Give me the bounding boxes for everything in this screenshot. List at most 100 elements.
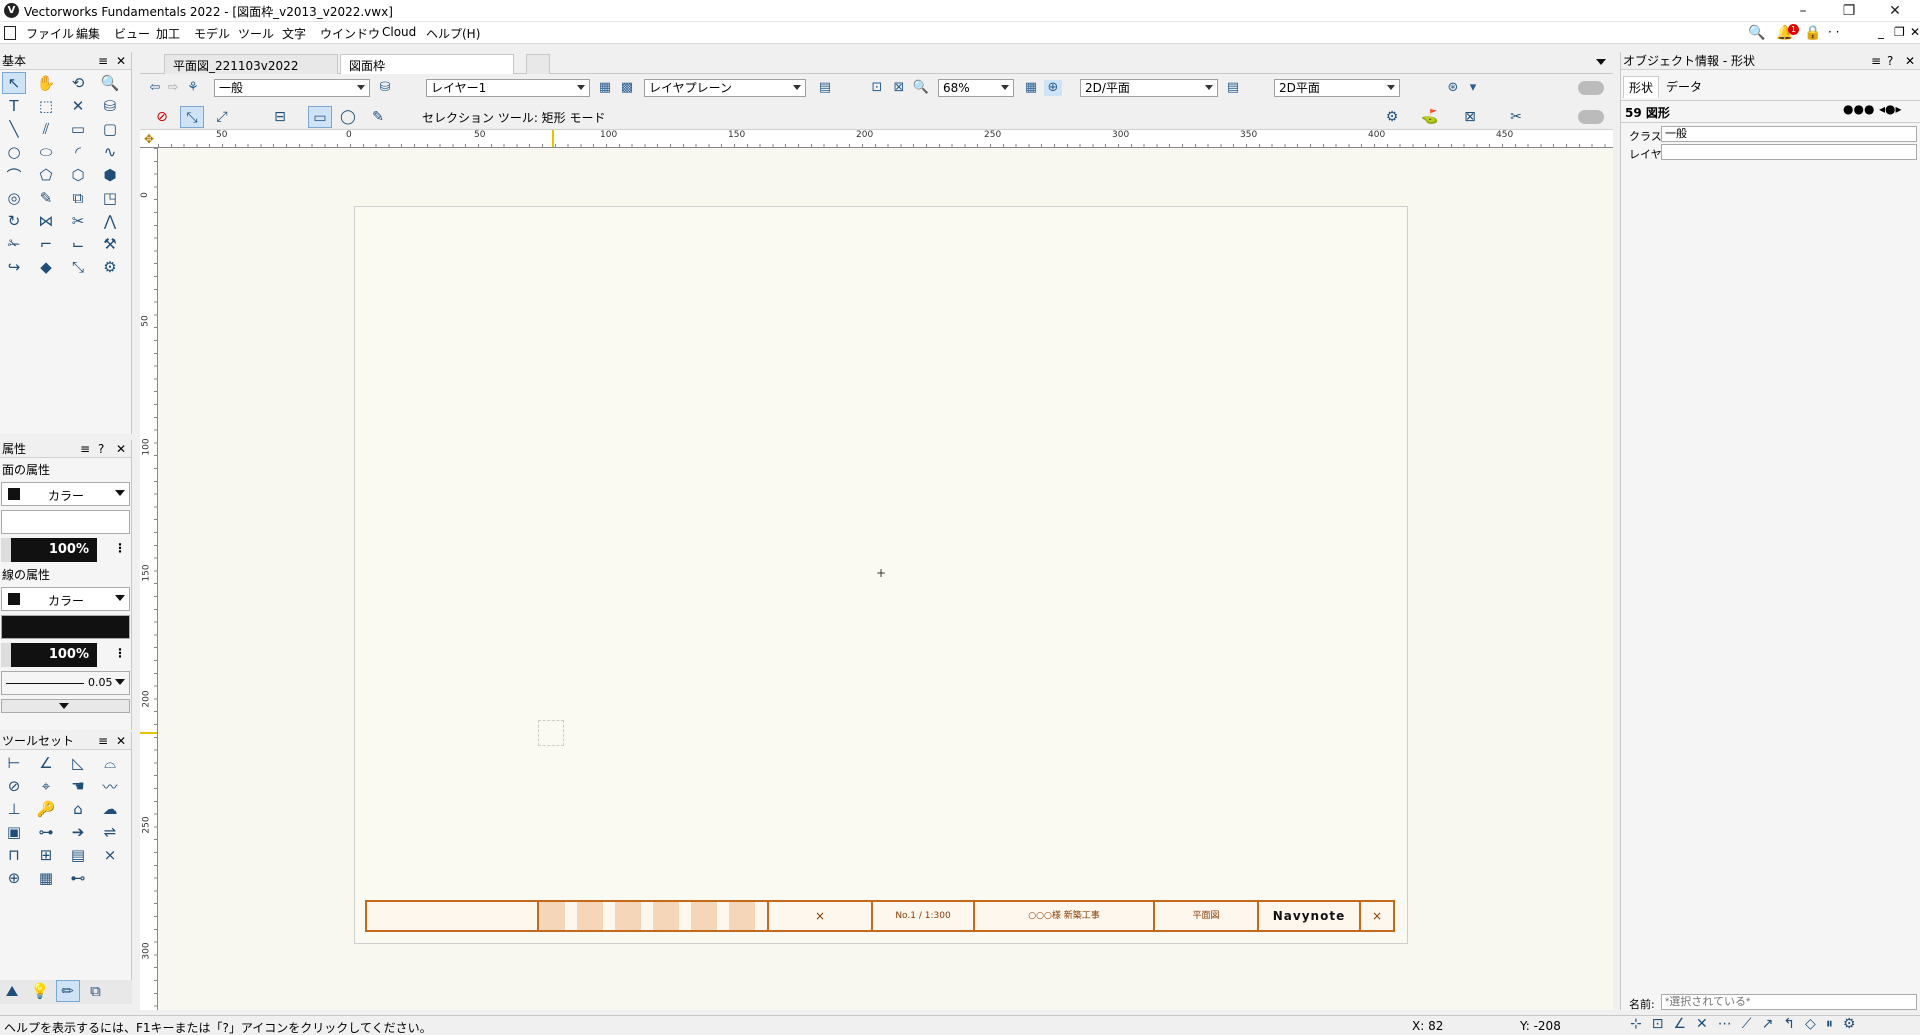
active-layer-select[interactable]: レイヤー1 [426,79,590,97]
line-type-select[interactable]: カラー [1,587,130,611]
doc-minimize-button[interactable]: _ [1874,25,1888,39]
active-class-select[interactable]: 一般 [214,79,370,97]
snap-intersection-icon[interactable]: ✕ [1696,1016,1718,1032]
origin-icon[interactable]: ✥ [144,132,154,146]
viewport-tool-icon[interactable]: ▣ [2,821,26,843]
zoom-select[interactable]: 68% [938,79,1014,97]
chain-tool-icon[interactable]: ⊷ [66,867,90,889]
offset-tool-icon[interactable]: ↪ [2,256,26,278]
menu-model[interactable]: モデル [190,25,234,42]
no-transform-mode-icon[interactable]: ⊘ [150,106,174,128]
smart-point-icon[interactable]: ↗ [1762,1016,1784,1032]
tab-data[interactable]: データ [1661,76,1707,97]
stair-tool-icon[interactable]: ⊥ [2,798,26,820]
fillet-tool-icon[interactable]: ⌐ [34,233,58,255]
cloud-tool-icon[interactable]: ☁ [98,798,122,820]
area-tool-icon[interactable]: ◺ [66,752,90,774]
spiral-tool-icon[interactable]: ◎ [2,187,26,209]
line-color-field[interactable] [1,615,130,639]
snap-icon[interactable]: ▩ [618,80,636,96]
snap-to-object-icon[interactable]: ⊡ [1652,1016,1674,1032]
mirror-tool-icon[interactable]: ⧉ [66,187,90,209]
menu-modify[interactable]: 加工 [152,25,184,42]
globe-tool-icon[interactable]: ⊕ [2,867,26,889]
regular-polygon-tool-icon[interactable]: ⬢ [98,164,122,186]
selection-filter-icon[interactable]: ✂ [1504,106,1528,128]
fill-color-field[interactable] [1,510,130,534]
single-object-interactive-scaling-icon[interactable]: ⤡ [180,106,204,128]
close-window-button[interactable]: ✕ [1872,0,1918,22]
palette-bulb-icon[interactable]: 💡 [28,980,52,1002]
title-block[interactable]: × No.1 / 1:300 ○○○様 新築工事 平面図 Navynote × [365,900,1395,932]
line-style-expander[interactable] [1,699,130,713]
snap-to-grid-icon[interactable]: ⊹ [1630,1016,1652,1032]
menu-text[interactable]: 文字 [278,25,310,42]
split-tool-icon[interactable]: ✁ [2,233,26,255]
selection-tool-icon[interactable]: ↖ [2,72,26,94]
rotate-tool-icon[interactable]: ↻ [2,210,26,232]
snap-settings-icon[interactable]: ⛳ [1418,106,1442,128]
menu-help[interactable]: ヘルプ(H) [422,25,484,42]
snap-to-angle-icon[interactable]: ∠ [1673,1016,1696,1032]
attributes-help-icon[interactable]: ? [98,440,104,458]
grid-tool-icon[interactable]: ▦ [34,867,58,889]
attributes-menu-icon[interactable]: ≡ [80,440,90,458]
shape-tool-icon[interactable]: ⌓ [98,752,122,774]
line-weight-select[interactable]: 0.05 [1,671,130,695]
reshape-tool-icon[interactable]: ⚙ [98,256,122,278]
more-options-icon[interactable]: ●●● [1843,102,1874,116]
document-icon[interactable] [4,26,16,40]
arrow-tool-icon[interactable]: ➔ [66,821,90,843]
knife-tool-icon[interactable]: ✂ [66,210,90,232]
palette-close-icon[interactable]: ✕ [116,52,126,70]
smart-edge-icon[interactable]: ↰ [1783,1016,1805,1032]
multi-object-interactive-scaling-icon[interactable]: ⤢ [210,106,234,128]
forward-icon[interactable]: ⇨ [164,80,182,96]
truss-tool-icon[interactable]: ⨯ [98,844,122,866]
attribute-mapping-tool-icon[interactable]: ⤡ [66,256,90,278]
selection-preferences-icon[interactable]: ⊠ [1458,106,1482,128]
lighting-dropdown-icon[interactable]: ▾ [1464,80,1482,96]
fit-to-window-icon[interactable]: ⊡ [868,80,886,96]
palette-layers-icon[interactable]: ⧉ [83,980,107,1002]
angle-dimension-tool-icon[interactable]: ∠ [34,752,58,774]
fill-opacity-more-icon[interactable]: ⋮ [114,541,126,555]
layer-options-icon[interactable]: ⛁ [376,80,394,96]
double-polygon-tool-icon[interactable]: ⬡ [66,164,90,186]
wave-tool-icon[interactable]: 〰 [98,775,122,797]
zoom-icon[interactable]: 🔍 [912,80,930,96]
snap-distance-icon[interactable]: ⋯ [1718,1016,1742,1032]
layer-plane-select[interactable]: レイヤプレーン [644,79,806,97]
compass-tool-icon[interactable]: ⊘ [2,775,26,797]
back-icon[interactable]: ⇦ [146,80,164,96]
new-tab-button[interactable] [526,54,550,74]
fill-opacity-bar[interactable]: 100% [1,538,97,562]
chamfer-tool-icon[interactable]: ⌙ [66,233,90,255]
class-options-icon[interactable]: ⚘ [184,80,202,96]
name-field[interactable] [1661,994,1917,1010]
prev-next-icon[interactable]: ◂●▸ [1879,102,1902,116]
view-bar-toggle[interactable] [1578,81,1604,95]
attributes-close-icon[interactable]: ✕ [116,440,126,458]
rounded-rectangle-tool-icon[interactable]: ▢ [98,118,122,140]
circle-tool-icon[interactable]: ○ [2,141,26,163]
symbol-insert-tool-icon[interactable]: ⛁ [98,95,122,117]
flyover-tool-icon[interactable]: ⟲ [66,72,90,94]
tool-preferences-icon[interactable]: ⚙ [1380,106,1404,128]
mode-bar-toggle[interactable] [1578,110,1604,124]
polygon-lasso-mode-icon[interactable]: ✎ [366,106,390,128]
object-info-menu-icon[interactable]: ≡ [1871,52,1881,70]
fill-type-select[interactable]: カラー [1,482,130,506]
menu-window[interactable]: ウインドウ [316,25,384,42]
saved-views-icon[interactable]: ▤ [816,80,834,96]
pause-icon[interactable]: ⏸ [1826,1016,1843,1032]
door-tool-icon[interactable]: ⊓ [2,844,26,866]
snap-settings-gear-icon[interactable]: ⚙ [1843,1016,1866,1032]
tab-drawing-frame[interactable]: 図面枠_v2013_v2022.v...× [340,54,514,88]
key-tool-icon[interactable]: 🔑 [34,798,58,820]
text-tool-icon[interactable]: T [2,95,26,117]
line-opacity-more-icon[interactable]: ⋮ [114,646,126,660]
polyline-tool-icon[interactable]: ⌒ [2,164,26,186]
render-settings-icon[interactable]: ▤ [1224,80,1242,96]
lighting-icon[interactable]: ⊛ [1444,80,1462,96]
